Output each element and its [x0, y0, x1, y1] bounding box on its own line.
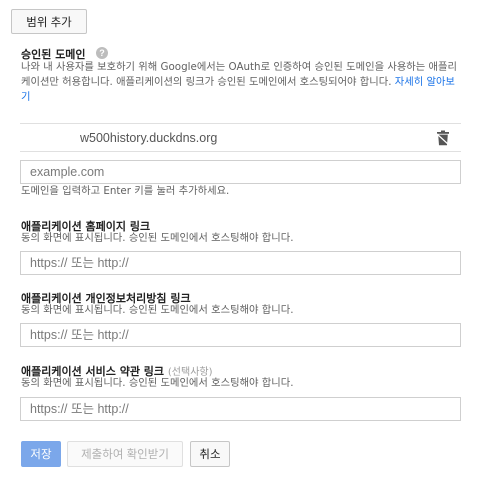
add-scope-button[interactable]: 범위 추가: [11, 9, 87, 34]
tos-link-input[interactable]: [20, 397, 461, 421]
privacy-link-input[interactable]: [20, 323, 461, 347]
domain-input[interactable]: [20, 160, 461, 184]
trash-icon[interactable]: [436, 130, 450, 146]
homepage-link-description: 동의 화면에 표시됩니다. 승인된 도메인에서 호스팅해야 합니다.: [21, 232, 294, 244]
help-icon[interactable]: ?: [96, 47, 108, 59]
domain-input-hint: 도메인을 입력하고 Enter 키를 눌러 추가하세요.: [21, 185, 230, 197]
save-button[interactable]: 저장: [21, 441, 61, 467]
submit-for-verification-button[interactable]: 제출하여 확인받기: [67, 441, 183, 467]
homepage-link-input[interactable]: [20, 251, 461, 275]
authorized-domains-description-text: 나와 내 사용자를 보호하기 위해 Google에서는 OAuth로 인증하여 …: [21, 61, 457, 88]
authorized-domain-text: w500history.duckdns.org: [80, 131, 218, 145]
tos-link-description: 동의 화면에 표시됩니다. 승인된 도메인에서 호스팅해야 합니다.: [21, 377, 294, 389]
authorized-domain-row: w500history.duckdns.org: [20, 123, 461, 152]
privacy-link-description: 동의 화면에 표시됩니다. 승인된 도메인에서 호스팅해야 합니다.: [21, 304, 294, 316]
authorized-domains-description: 나와 내 사용자를 보호하기 위해 Google에서는 OAuth로 인증하여 …: [21, 60, 461, 105]
cancel-button[interactable]: 취소: [190, 441, 230, 467]
